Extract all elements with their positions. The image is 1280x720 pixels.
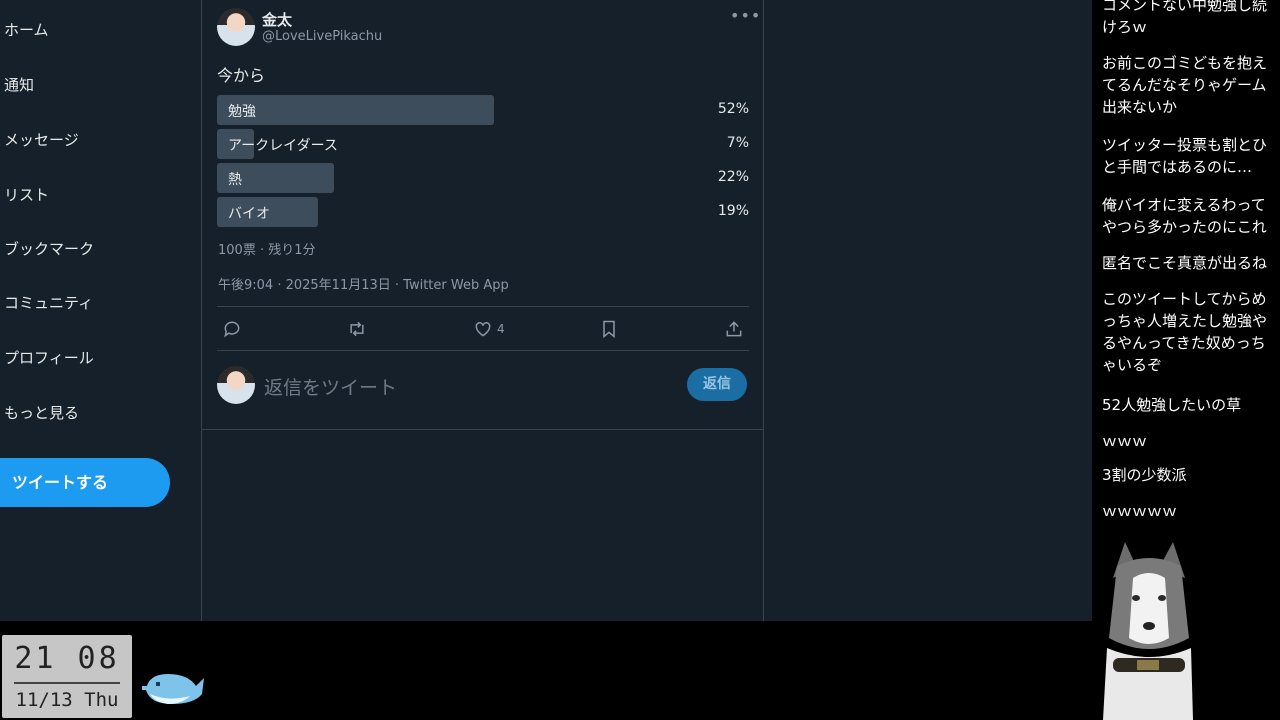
comment-item: 52人勉強したいの草 <box>1102 396 1242 414</box>
poll-option-label: 熱 <box>228 172 242 188</box>
poll-option: 勉強 52% <box>217 95 749 125</box>
sidebar-item-bookmarks[interactable]: ブックマーク <box>4 238 94 259</box>
poll-bar <box>217 95 494 125</box>
tweet-timestamp[interactable]: 午後9:04 · 2025年11月13日 · Twitter Web App <box>218 274 509 293</box>
divider <box>217 350 749 351</box>
poll-option: 熱 22% <box>217 163 749 193</box>
main-column: 金太 @LoveLivePikachu ••• 今から 勉強 52% アークレイ… <box>201 0 764 621</box>
clock-time: 21 08 <box>14 641 120 676</box>
poll-option-percent: 22% <box>717 169 749 185</box>
bookmark-icon <box>603 320 615 339</box>
author-handle[interactable]: @LoveLivePikachu <box>262 29 382 44</box>
retweet-icon <box>350 321 364 337</box>
poll-option: アークレイダース 7% <box>217 129 749 159</box>
reply-action[interactable] <box>222 318 242 340</box>
poll-meta: 100票 · 残り1分 <box>218 243 316 258</box>
tweet-text: 今から <box>217 66 266 85</box>
reply-button[interactable]: 返信 <box>687 368 747 401</box>
tweet: 金太 @LoveLivePikachu ••• 今から 勉強 52% アークレイ… <box>202 0 763 430</box>
twitter-window: ホーム 通知 メッセージ リスト ブックマーク コミュニティ プロフィール もっ… <box>0 0 1092 621</box>
sidebar-item-notifications[interactable]: 通知 <box>4 74 34 95</box>
share-action[interactable] <box>724 318 744 340</box>
author-avatar[interactable] <box>217 8 255 46</box>
more-dots-icon[interactable]: ••• <box>730 6 761 25</box>
like-count: 4 <box>497 322 505 336</box>
poll-option-label: バイオ <box>228 206 270 222</box>
comment-item: 3割の少数派 <box>1102 466 1187 484</box>
comment-item: ｗｗｗｗｗ <box>1102 502 1178 520</box>
sidebar-item-messages[interactable]: メッセージ <box>4 129 79 150</box>
like-action[interactable]: 4 <box>473 318 505 340</box>
clock-date: 11/13 Thu <box>15 689 119 711</box>
reply-avatar[interactable] <box>217 366 255 404</box>
sidebar-item-profile[interactable]: プロフィール <box>4 347 94 368</box>
retweet-action[interactable] <box>347 318 367 340</box>
sidebar-item-lists[interactable]: リスト <box>4 184 49 205</box>
poll-option-percent: 52% <box>717 101 749 117</box>
reply-input[interactable]: 返信をツイート <box>264 373 397 400</box>
sidebar-item-communities[interactable]: コミュニティ <box>4 292 93 313</box>
sidebar-item-home[interactable]: ホーム <box>4 19 49 40</box>
heart-icon <box>475 321 491 337</box>
bookmark-action[interactable] <box>599 318 619 340</box>
poll-option-label: アークレイダース <box>228 138 338 154</box>
author-name[interactable]: 金太 <box>262 9 292 30</box>
clock-widget: 21 08 11/13 Thu <box>2 635 132 718</box>
tweet-button[interactable]: ツイートする <box>0 458 170 507</box>
poll-option-percent: 19% <box>717 203 749 219</box>
reply-icon <box>224 321 240 338</box>
clock-divider <box>14 682 120 684</box>
comment-item: 俺バイオに変えるわってやつら多かったのにこれ <box>1102 196 1267 236</box>
poll-option-percent: 7% <box>726 135 749 151</box>
comment-item: お前このゴミどもを抱えてるんだなそりゃゲーム出来ないか <box>1102 54 1268 116</box>
sidebar-nav: ホーム 通知 メッセージ リスト ブックマーク コミュニティ プロフィール もっ… <box>0 0 200 621</box>
comment-item: 匿名でこそ真意が出るね <box>1102 254 1268 272</box>
comment-item: ｗｗｗ <box>1102 432 1148 450</box>
divider <box>217 306 749 307</box>
comment-item: ツイッター投票も割とひと手間ではあるのに… <box>1102 136 1268 176</box>
sidebar-item-more[interactable]: もっと見る <box>4 402 79 423</box>
share-icon <box>726 321 742 337</box>
husky-dog-image <box>1103 538 1193 720</box>
comment-item: コメントない中勉強し続けろｗ <box>1102 0 1268 36</box>
whale-mascot-icon <box>142 674 204 704</box>
poll-option: バイオ 19% <box>217 197 749 227</box>
poll-option-label: 勉強 <box>228 104 256 120</box>
comment-item: このツイートしてからめっちゃ人増えたし勉強やるやんってきた奴めっちゃいるぞ <box>1102 290 1268 374</box>
